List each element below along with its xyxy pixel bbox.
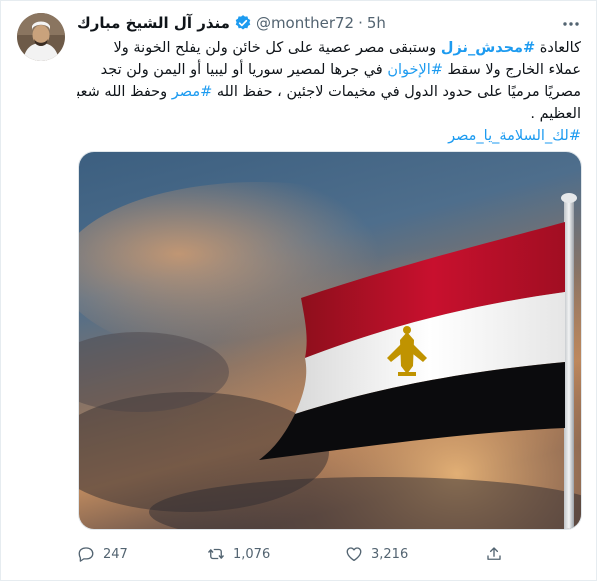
hashtag-link[interactable]: #محدش_نزل (441, 40, 535, 56)
hashtag-link[interactable]: #مصر (172, 84, 213, 100)
author-name[interactable]: منذر آل الشيخ مبارك (77, 14, 230, 32)
author-handle[interactable]: @monther72 (256, 14, 354, 32)
tweet-time[interactable]: 5h (367, 14, 386, 32)
heart-icon (346, 547, 362, 562)
tweet-text-line: #لك_السلامة_يا_مصر (77, 125, 581, 147)
separator-dot: · (358, 14, 363, 32)
hashtag-link[interactable]: #الإخوان (387, 62, 443, 78)
tweet-media[interactable] (78, 151, 582, 530)
tweet-text-segment: وحفظ الله شعبها (77, 84, 168, 100)
share-icon (487, 547, 501, 560)
tweet-text-line: كالعادة #محدش_نزل وستبقى مصر عصية على كل… (77, 37, 581, 59)
avatar[interactable] (17, 13, 65, 61)
action-bar: 247 1,076 3,216 (77, 542, 507, 566)
like-button[interactable]: 3,216 (345, 542, 408, 566)
tweet-text-line: عملاء الخارج ولا سقط #الإخوان في جرها لم… (77, 59, 581, 81)
verified-badge-icon (234, 14, 252, 32)
reply-icon (78, 547, 94, 562)
tweet-text-segment: العظيم . (530, 106, 581, 122)
more-options-icon[interactable] (560, 15, 582, 33)
hashtag-link[interactable]: #لك_السلامة_يا_مصر (448, 128, 581, 144)
tweet-text-line: العظيم . (77, 103, 581, 125)
egypt-flag-image (79, 152, 581, 529)
retweet-button[interactable]: 1,076 (207, 542, 270, 566)
tweet-text-segment: مصريًا مرميًا على حدود الدول في مخيمات ل… (212, 84, 581, 100)
tweet-text: كالعادة #محدش_نزل وستبقى مصر عصية على كل… (77, 37, 581, 147)
tweet-text-segment: كالعادة (535, 40, 581, 56)
reply-button[interactable]: 247 (77, 542, 128, 566)
avatar-image (17, 13, 65, 61)
retweet-count: 1,076 (233, 546, 271, 562)
tweet-header: منذر آل الشيخ مبارك @monther72 · 5h (77, 13, 552, 33)
tweet-text-segment: عملاء الخارج ولا سقط (442, 62, 581, 78)
reply-count: 247 (103, 546, 128, 562)
tweet-text-segment: وستبقى مصر عصية على كل خائن ولن يفلح الخ… (113, 40, 441, 56)
retweet-icon (207, 548, 225, 560)
tweet-text-segment: في جرها لمصير سوريا أو ليبيا أو اليمن ول… (100, 62, 388, 78)
share-button[interactable] (485, 542, 503, 566)
like-count: 3,216 (371, 546, 409, 562)
tweet-text-line: مصريًا مرميًا على حدود الدول في مخيمات ل… (77, 81, 581, 103)
tweet-card[interactable]: منذر آل الشيخ مبارك @monther72 · 5h كالع… (0, 0, 597, 581)
